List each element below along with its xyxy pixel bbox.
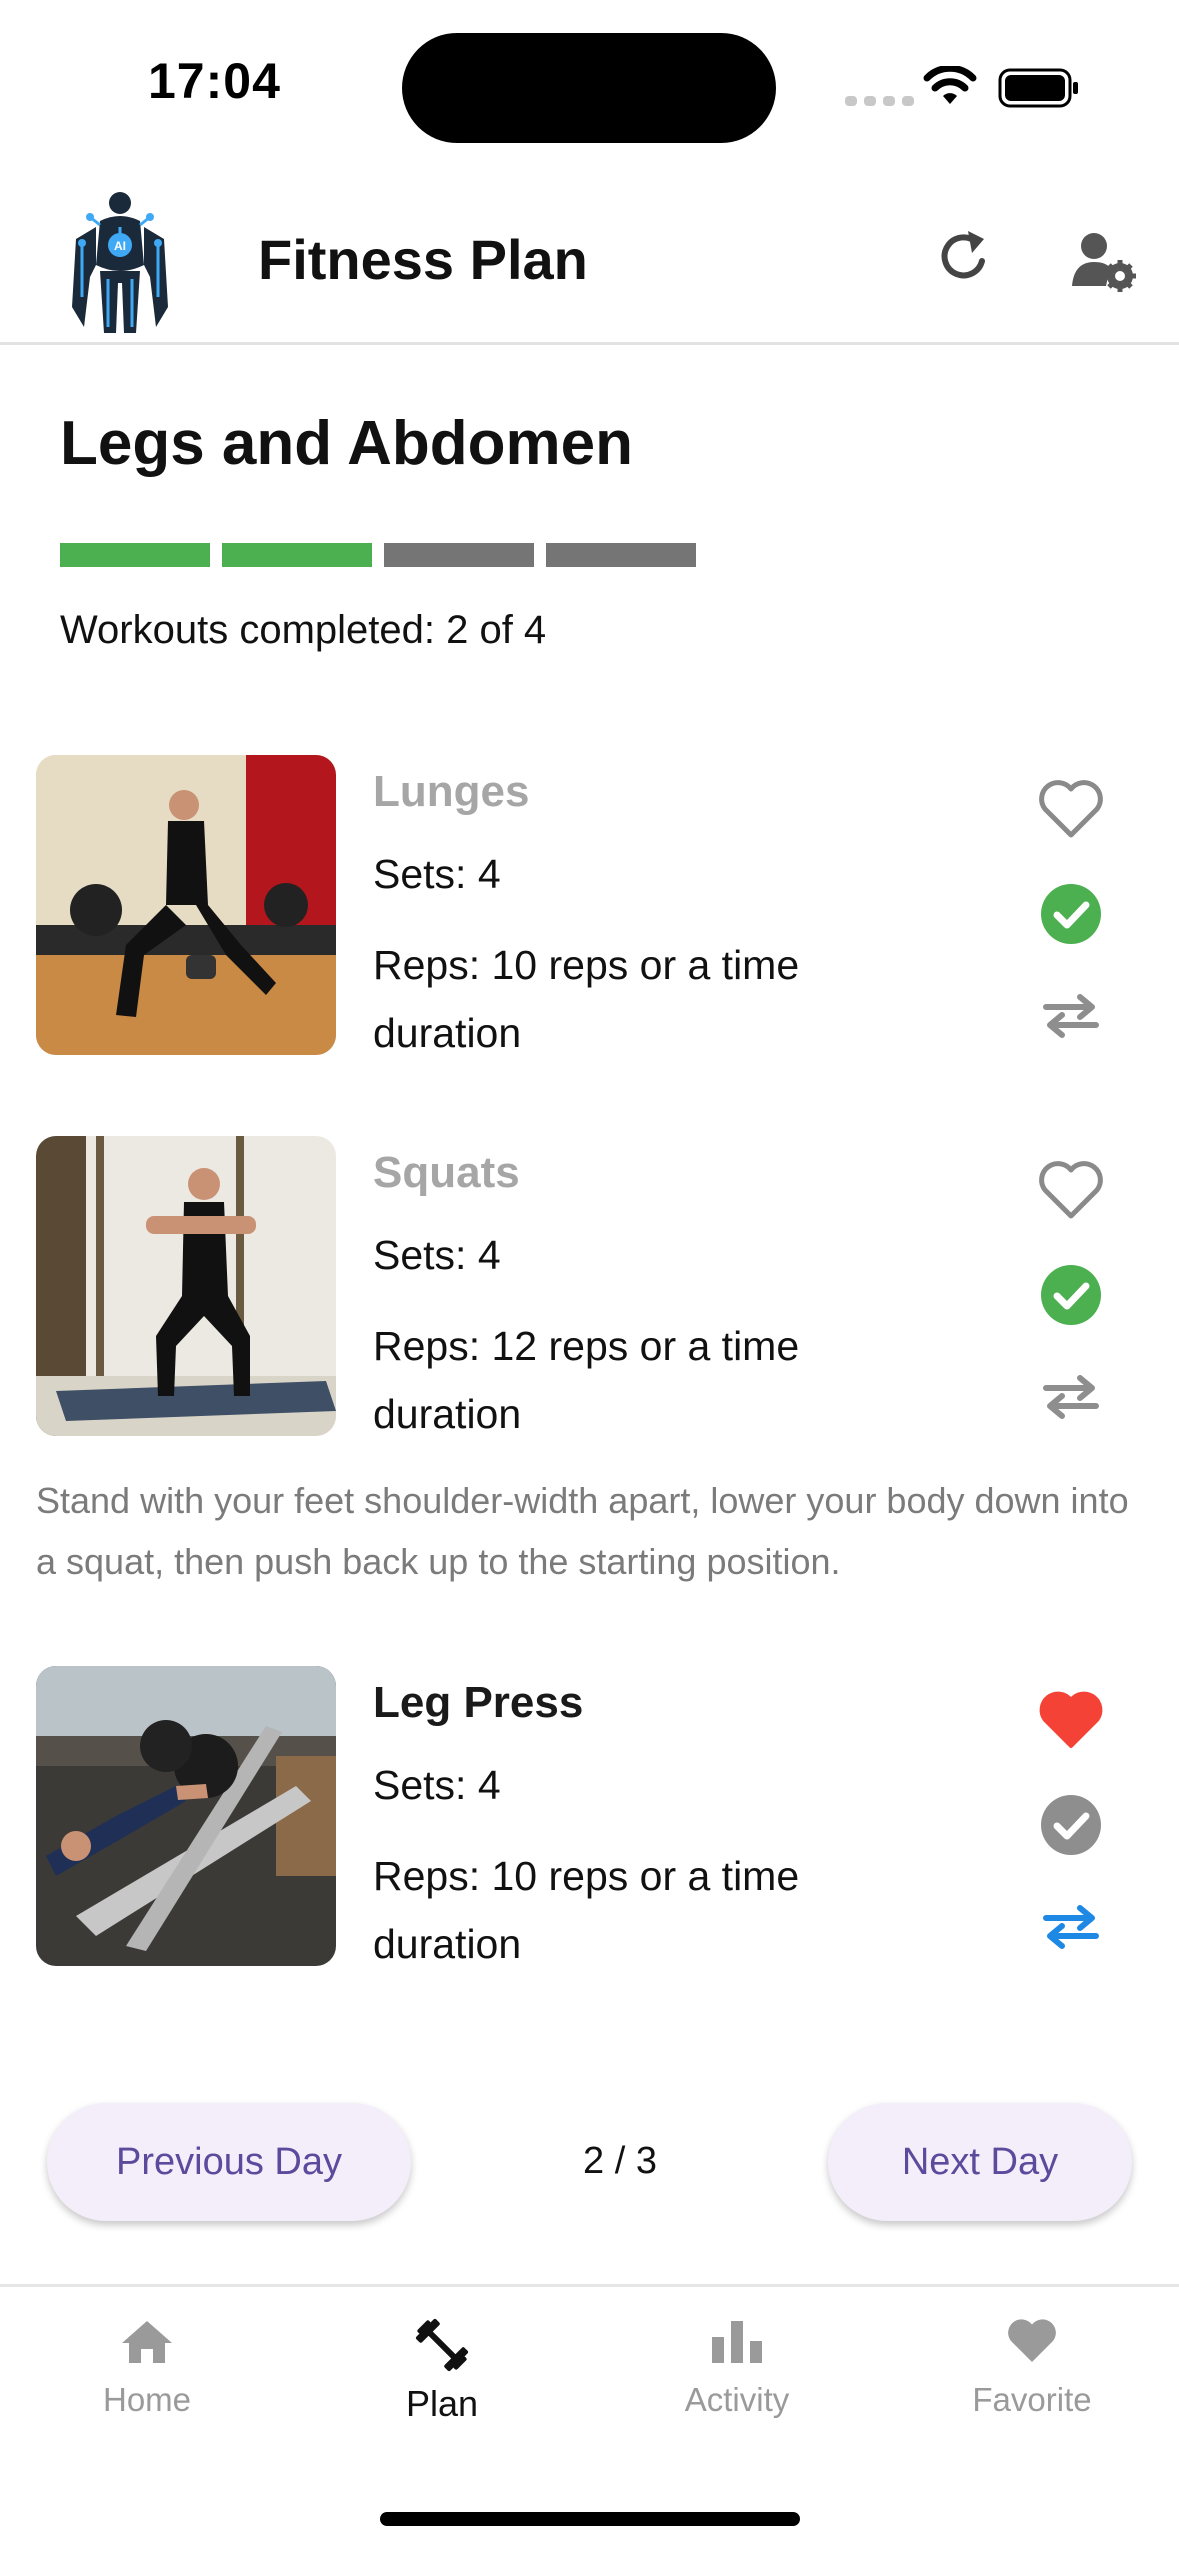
completed-check-icon[interactable] [1040, 883, 1102, 945]
completed-check-icon[interactable] [1040, 1264, 1102, 1326]
cellular-signal-icon [845, 96, 914, 106]
exercise-card[interactable]: Squats Sets: 4 Reps: 12 reps or a time d… [0, 1136, 1179, 1437]
progress-segment [384, 543, 534, 567]
app-header: AI Fitness Plan [0, 175, 1179, 345]
workouts-completed-text: Workouts completed: 2 of 4 [60, 608, 547, 652]
exercise-image-squats [36, 1136, 336, 1436]
nav-label: Favorite [972, 2381, 1092, 2418]
workout-progress-bar [60, 543, 696, 567]
gear-icon [1104, 260, 1136, 292]
exercise-card[interactable]: Lunges Sets: 4 Reps: 10 reps or a time d… [0, 755, 1179, 1056]
refresh-button[interactable] [932, 225, 996, 289]
nav-item-activity[interactable]: Activity [617, 2317, 857, 2419]
exercise-image-lunges [36, 755, 336, 1055]
pending-check-icon[interactable] [1040, 1794, 1102, 1856]
swap-exercise-icon[interactable] [1040, 1902, 1102, 1952]
exercise-image-leg-press [36, 1666, 336, 1966]
favorite-heart-icon[interactable] [1036, 777, 1106, 841]
nav-label: Home [102, 2381, 192, 2418]
swap-exercise-icon[interactable] [1040, 1372, 1102, 1422]
exercise-name: Squats [373, 1148, 520, 1197]
day-title: Legs and Abdomen [60, 409, 633, 478]
exercise-sets: Sets: 4 [373, 851, 501, 897]
favorite-heart-filled-icon[interactable] [1036, 1688, 1106, 1752]
next-day-button[interactable]: Next Day [828, 2103, 1132, 2221]
exercise-reps: Reps: 12 reps or a time duration [373, 1323, 800, 1437]
app-title: Fitness Plan [258, 228, 588, 291]
exercise-sets: Sets: 4 [373, 1762, 501, 1808]
battery-icon [998, 68, 1078, 108]
nav-label: Activity [684, 2381, 790, 2418]
status-time: 17:04 [148, 53, 281, 109]
nav-label: Plan [405, 2383, 479, 2424]
status-bar: 17:04 [0, 0, 1179, 175]
dumbbell-icon [415, 2318, 469, 2372]
heart-icon [1008, 2319, 1056, 2362]
home-indicator [380, 2512, 800, 2526]
wifi-icon [923, 66, 977, 104]
exercise-sets: Sets: 4 [373, 1232, 501, 1278]
exercise-card[interactable]: Leg Press Sets: 4 Reps: 10 reps or a tim… [0, 1666, 1179, 1967]
nav-item-favorite[interactable]: Favorite [912, 2317, 1152, 2419]
app-logo: AI [72, 192, 168, 333]
exercise-name: Lunges [373, 767, 530, 816]
dynamic-island [402, 33, 776, 143]
exercise-reps: Reps: 10 reps or a time duration [373, 1853, 800, 1967]
user-settings-button[interactable] [1070, 230, 1138, 292]
progress-segment [546, 543, 696, 567]
day-page-indicator: 2 / 3 [583, 2140, 657, 2182]
nav-item-plan[interactable]: Plan [322, 2317, 562, 2425]
favorite-heart-icon[interactable] [1036, 1158, 1106, 1222]
progress-segment [60, 543, 210, 567]
previous-day-button[interactable]: Previous Day [47, 2103, 411, 2221]
exercise-reps: Reps: 10 reps or a time duration [373, 942, 800, 1056]
exercise-name: Leg Press [373, 1678, 584, 1727]
svg-text:AI: AI [114, 239, 126, 253]
swap-exercise-icon[interactable] [1040, 991, 1102, 1041]
bar-chart-icon [712, 2321, 762, 2363]
nav-item-home[interactable]: Home [27, 2317, 267, 2419]
home-icon [122, 2321, 172, 2363]
exercise-description: Stand with your feet shoulder-width apar… [36, 1480, 1129, 1582]
progress-segment [222, 543, 372, 567]
